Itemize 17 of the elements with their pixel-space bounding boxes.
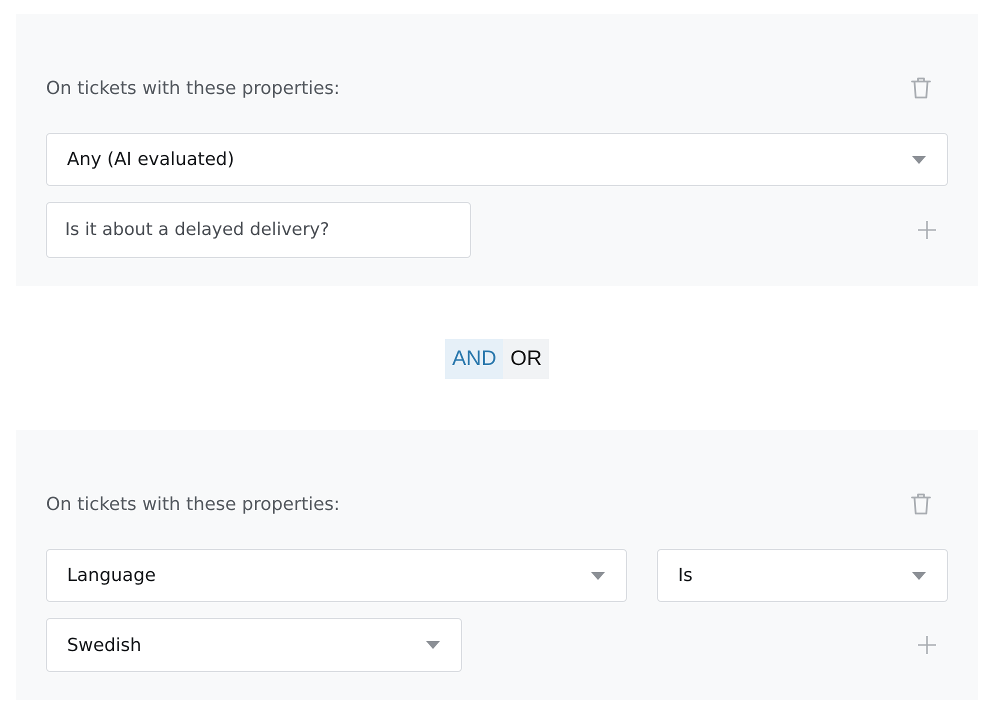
logic-option[interactable]: OR [503, 339, 549, 379]
property-dropdown[interactable]: Any (AI evaluated) [46, 133, 948, 186]
trash-icon[interactable] [911, 76, 931, 100]
trash-icon[interactable] [911, 492, 931, 516]
plus-icon[interactable] [918, 636, 936, 654]
question-input[interactable]: Is it about a delayed delivery? [46, 202, 471, 258]
property-dropdown[interactable]: Language [46, 549, 627, 602]
caret-icon [912, 572, 926, 580]
caret-icon [426, 641, 440, 649]
logic-option[interactable]: AND [445, 339, 504, 379]
caret-icon [912, 156, 926, 164]
caret-icon [591, 572, 605, 580]
plus-icon[interactable] [918, 221, 936, 239]
conditions-label: On tickets with these properties: [46, 494, 340, 514]
operator-dropdown[interactable]: Is [657, 549, 948, 602]
conditions-label: On tickets with these properties: [46, 78, 340, 98]
value-dropdown[interactable]: Swedish [46, 618, 462, 672]
